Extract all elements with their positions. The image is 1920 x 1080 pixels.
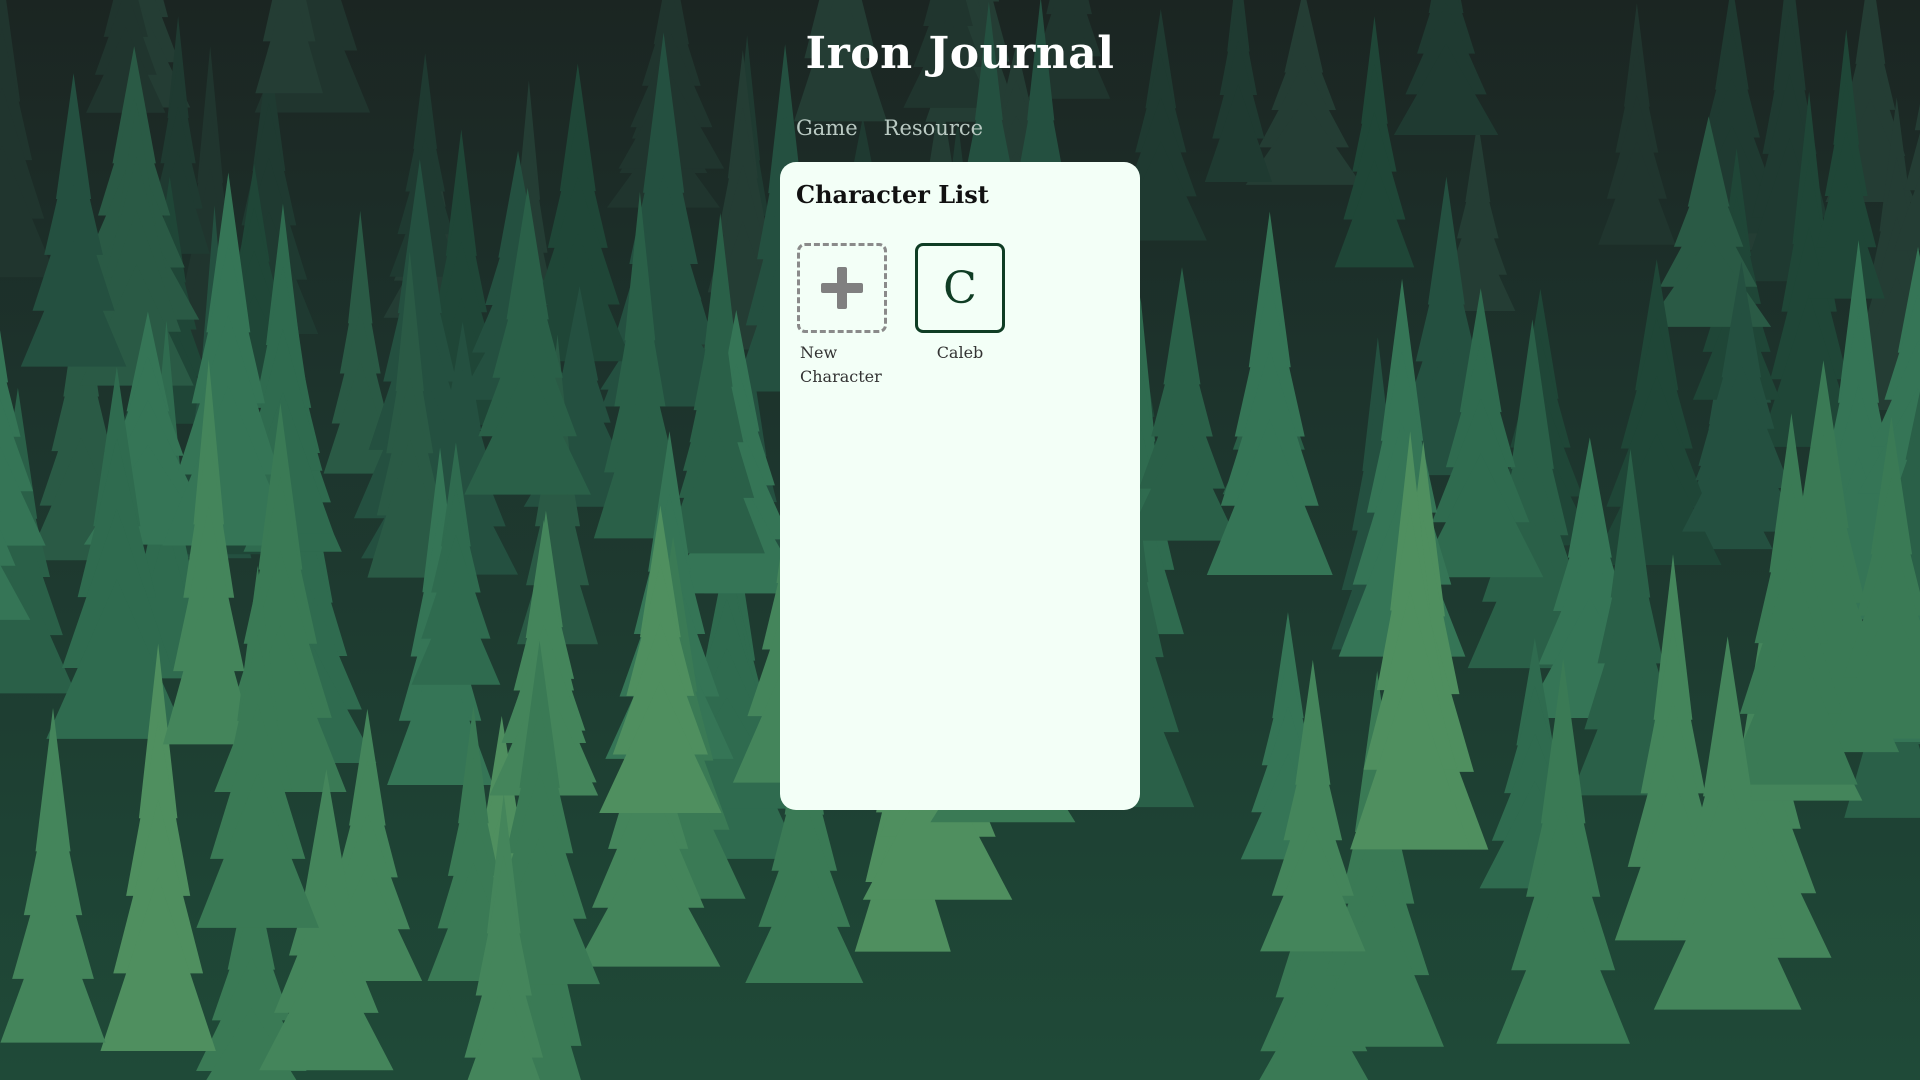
character-list: New Character C Caleb bbox=[796, 243, 1124, 389]
character-initial: C bbox=[943, 262, 977, 314]
character-list-panel: Character List New Character C Caleb bbox=[780, 162, 1140, 810]
new-character-tile[interactable] bbox=[797, 243, 887, 333]
character-card-caleb[interactable]: C Caleb bbox=[914, 243, 1006, 389]
panel-title: Character List bbox=[796, 180, 989, 209]
nav-link-game[interactable]: Game bbox=[796, 116, 858, 140]
character-name: Caleb bbox=[936, 343, 984, 362]
new-character-button[interactable]: New Character bbox=[796, 243, 888, 389]
app-title: Iron Journal bbox=[805, 28, 1115, 79]
character-avatar[interactable]: C bbox=[915, 243, 1005, 333]
plus-icon bbox=[821, 267, 863, 309]
nav-link-resource[interactable]: Resource bbox=[884, 116, 983, 140]
main-nav: Game Resource bbox=[796, 116, 983, 140]
new-character-label: New Character bbox=[800, 343, 882, 386]
